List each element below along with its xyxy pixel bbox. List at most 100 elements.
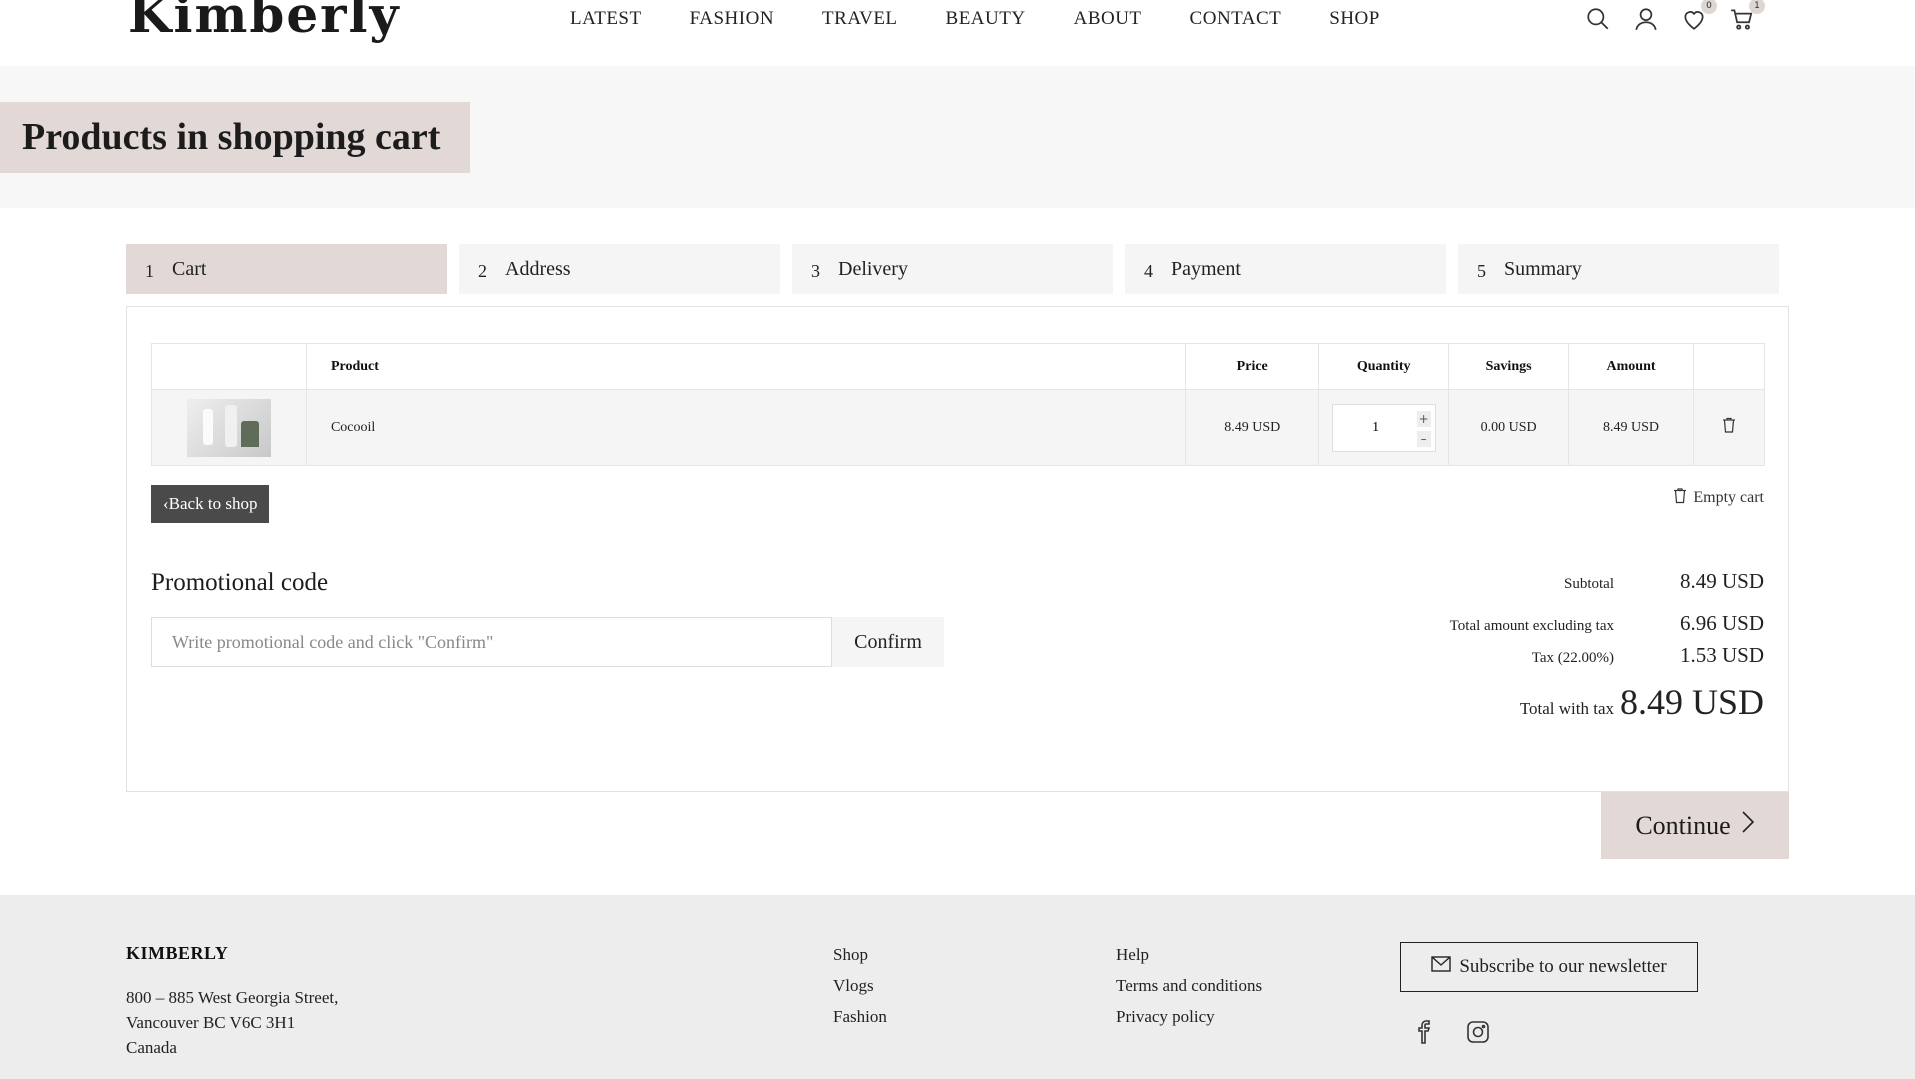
total-row: Total with tax 8.49 USD — [1450, 681, 1764, 741]
newsletter-label: Subscribe to our newsletter — [1459, 956, 1667, 977]
nav-latest[interactable]: LATEST — [570, 8, 642, 30]
footer-link-help[interactable]: Help — [1116, 939, 1262, 970]
step-address[interactable]: 2 Address — [459, 244, 780, 294]
quantity-cell: + – — [1318, 389, 1450, 466]
address-line: Canada — [126, 1038, 177, 1057]
nav-contact[interactable]: CONTACT — [1190, 8, 1282, 30]
page-title: Products in shopping cart — [0, 102, 470, 173]
site-header: Kimberly LATEST FASHION TRAVEL BEAUTY AB… — [0, 0, 1915, 66]
table-header-row: Product Price Quantity Savings Amount — [151, 343, 1765, 390]
footer-link-vlogs[interactable]: Vlogs — [833, 970, 887, 1001]
step-label: Address — [505, 257, 571, 280]
step-delivery[interactable]: 3 Delivery — [792, 244, 1113, 294]
trash-icon — [1673, 487, 1687, 509]
empty-cart-label: Empty cart — [1693, 489, 1764, 506]
product-price: 8.49 USD — [1185, 389, 1320, 466]
user-icon[interactable] — [1633, 6, 1659, 32]
total-value: 8.49 USD — [1619, 682, 1764, 722]
footer-address: 800 – 885 West Georgia Street, Vancouver… — [126, 985, 338, 1060]
promo-title: Promotional code — [151, 569, 329, 596]
promo-code-input[interactable] — [151, 617, 832, 667]
cart-count-badge: 1 — [1749, 0, 1765, 14]
trash-icon[interactable] — [1722, 417, 1736, 437]
excl-tax-label: Total amount excluding tax — [1449, 618, 1614, 634]
tax-row: Tax (22.00%) 1.53 USD — [1450, 643, 1764, 675]
subtotal-row: Subtotal 8.49 USD — [1450, 569, 1764, 607]
quantity-decrease-button[interactable]: – — [1416, 430, 1431, 447]
cart-icon[interactable]: 1 — [1729, 0, 1765, 32]
checkout-steps: 1 Cart 2 Address 3 Delivery 4 Payment 5 Summa… — [126, 244, 1779, 294]
header-price: Price — [1185, 343, 1320, 390]
step-label: Cart — [172, 257, 207, 280]
step-number: 3 — [811, 260, 820, 281]
chevron-right-icon — [1741, 810, 1755, 841]
heart-icon[interactable]: 0 — [1681, 0, 1717, 32]
nav-beauty[interactable]: BEAUTY — [946, 8, 1026, 30]
header-image — [151, 343, 307, 390]
step-payment[interactable]: 4 Payment — [1125, 244, 1446, 294]
mail-icon — [1431, 956, 1452, 978]
footer-link-terms[interactable]: Terms and conditions — [1116, 970, 1262, 1001]
empty-cart-button[interactable]: Empty cart — [1673, 487, 1764, 509]
step-cart[interactable]: 1 Cart — [126, 244, 447, 294]
footer-link-fashion[interactable]: Fashion — [833, 1001, 887, 1032]
header-savings: Savings — [1448, 343, 1570, 390]
tax-label: Tax (22.00%) — [1531, 650, 1614, 666]
product-image-cell — [151, 389, 307, 466]
product-name[interactable]: Cocooil — [305, 389, 1187, 466]
nav-fashion[interactable]: FASHION — [690, 8, 774, 30]
header-quantity: Quantity — [1318, 343, 1450, 390]
quantity-stepper: + – — [1331, 403, 1436, 452]
quantity-input[interactable] — [1332, 404, 1419, 451]
subtotal-value: 8.49 USD — [1679, 569, 1764, 593]
footer-brand: KIMBERLY — [126, 943, 229, 963]
nav-shop[interactable]: SHOP — [1329, 8, 1380, 30]
address-line: Vancouver BC V6C 3H1 — [126, 1013, 296, 1032]
product-thumbnail[interactable] — [186, 398, 271, 457]
back-to-shop-button[interactable]: ‹Back to shop — [151, 485, 270, 523]
step-label: Payment — [1171, 257, 1241, 280]
main-nav: LATEST FASHION TRAVEL BEAUTY ABOUT CONTA… — [570, 8, 1428, 30]
facebook-icon[interactable] — [1412, 1020, 1436, 1049]
product-savings: 0.00 USD — [1448, 389, 1570, 466]
step-number: 4 — [1144, 260, 1153, 281]
excl-tax-value: 6.96 USD — [1679, 611, 1764, 635]
site-logo[interactable]: Kimberly — [128, 0, 401, 40]
quantity-increase-button[interactable]: + — [1416, 410, 1431, 427]
total-label: Total with tax — [1519, 699, 1614, 718]
footer-link-privacy[interactable]: Privacy policy — [1116, 1001, 1262, 1032]
cart-panel: Product Price Quantity Savings Amount Co… — [126, 306, 1789, 792]
step-label: Summary — [1504, 257, 1582, 280]
cart-table: Product Price Quantity Savings Amount Co… — [151, 343, 1765, 466]
page-hero: Products in shopping cart — [0, 66, 1915, 208]
footer-links-col1: Shop Vlogs Fashion — [833, 939, 887, 1032]
totals-summary: Subtotal 8.49 USD Total amount excluding… — [1450, 569, 1764, 741]
nav-about[interactable]: ABOUT — [1074, 8, 1142, 30]
product-amount: 8.49 USD — [1568, 389, 1695, 466]
header-product: Product — [305, 343, 1187, 390]
continue-button[interactable]: Continue — [1601, 792, 1789, 859]
continue-label: Continue — [1635, 810, 1731, 840]
header-icons: 0 1 — [1585, 0, 1765, 32]
newsletter-button[interactable]: Subscribe to our newsletter — [1400, 942, 1698, 992]
search-icon[interactable] — [1585, 6, 1611, 32]
step-label: Delivery — [838, 257, 908, 280]
header-delete — [1693, 343, 1765, 390]
nav-travel[interactable]: TRAVEL — [822, 8, 897, 30]
site-footer: KIMBERLY 800 – 885 West Georgia Street, … — [0, 895, 1915, 1079]
address-line: 800 – 885 West Georgia Street, — [126, 988, 339, 1007]
back-to-shop-label: Back to shop — [168, 494, 258, 513]
step-summary[interactable]: 5 Summary — [1458, 244, 1779, 294]
footer-link-shop[interactable]: Shop — [833, 939, 887, 970]
header-amount: Amount — [1568, 343, 1695, 390]
subtotal-label: Subtotal — [1563, 576, 1614, 592]
instagram-icon[interactable] — [1466, 1020, 1490, 1049]
social-links — [1412, 1020, 1490, 1049]
excl-tax-row: Total amount excluding tax 6.96 USD — [1450, 611, 1764, 643]
wishlist-count-badge: 0 — [1701, 0, 1717, 14]
table-row: Cocooil 8.49 USD + – 0.00 USD 8.49 USD — [151, 389, 1765, 466]
step-number: 5 — [1477, 260, 1486, 281]
confirm-promo-button[interactable]: Confirm — [832, 617, 944, 667]
footer-links-col2: Help Terms and conditions Privacy policy — [1116, 939, 1262, 1032]
tax-value: 1.53 USD — [1679, 643, 1764, 667]
